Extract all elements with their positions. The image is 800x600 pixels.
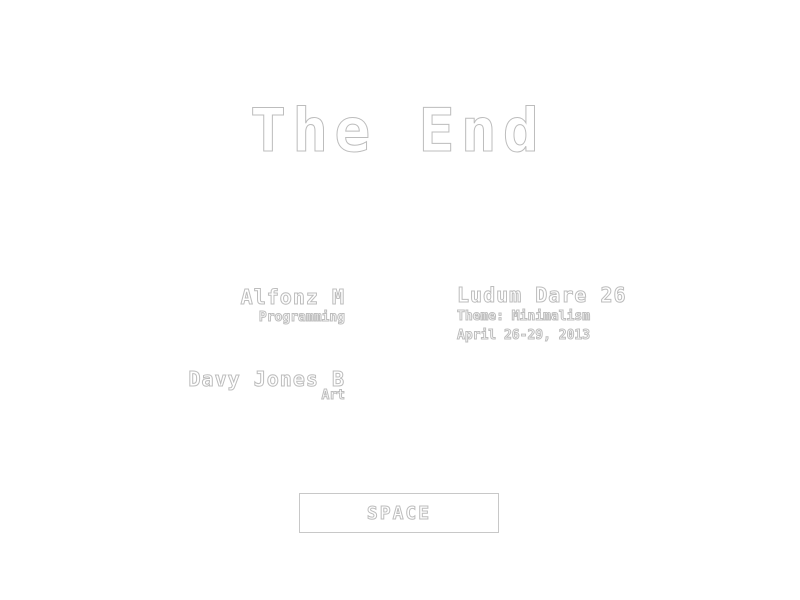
space-button[interactable]: SPACE: [299, 493, 499, 533]
event-title: Ludum Dare 26: [457, 283, 627, 308]
space-button-label: SPACE: [366, 502, 432, 524]
credit-role-artist: Art: [321, 388, 346, 404]
credit-role-programmer: Programming: [258, 310, 345, 326]
event-theme: Theme: Minimalism: [456, 309, 591, 325]
end-title: The End: [250, 96, 545, 167]
credit-name-programmer: Alfonz M: [240, 285, 345, 310]
event-dates: April 26-29, 2013: [456, 328, 591, 344]
